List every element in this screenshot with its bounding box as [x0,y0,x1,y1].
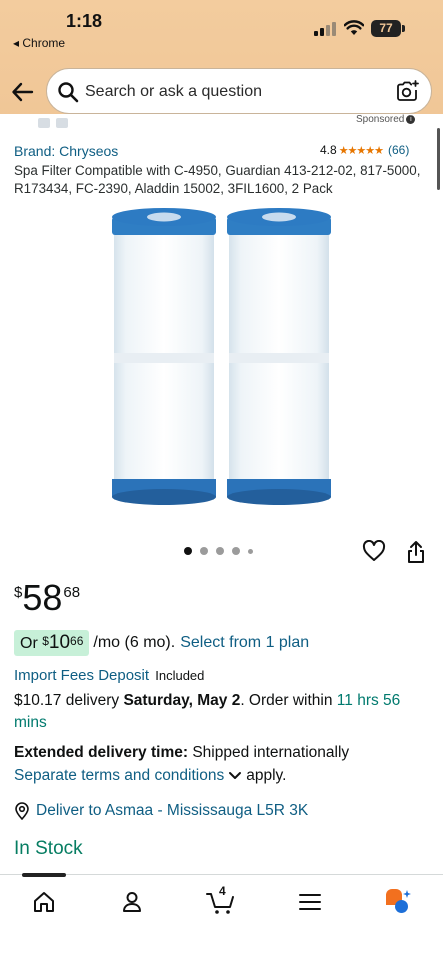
import-fees-link[interactable]: Import Fees Deposit [14,667,149,684]
extended-delivery: Extended delivery time: Shipped internat… [14,744,349,762]
price: $ 58 68 [14,578,80,618]
carousel-dot[interactable] [232,547,240,555]
sponsored-label[interactable]: Sponsored i [356,114,416,125]
price-currency: $ [14,584,23,601]
price-fraction: 68 [63,584,81,601]
sponsored-thumbnails[interactable] [38,118,72,128]
battery-tip [402,25,405,32]
back-to-chrome[interactable]: ◂ Chrome [13,36,65,50]
share-icon[interactable] [406,540,426,564]
search-input[interactable]: Search or ask a question [85,83,262,101]
stock-status: In Stock [14,838,83,859]
product-image[interactable] [100,203,345,511]
carousel-dot[interactable] [248,548,253,554]
import-fees: Import Fees Deposit Included [14,667,204,684]
search-icon [58,82,79,103]
rating-count[interactable]: (66) [388,143,409,157]
cellular-signal-icon [314,22,336,36]
carousel-dot[interactable] [184,547,192,555]
account-icon [123,892,141,912]
extended-delivery-text: Shipped internationally [188,744,350,761]
location-pin-icon [15,802,29,820]
battery-indicator: 77 [371,20,401,37]
tab-account[interactable] [117,887,147,917]
delivery-price: $10.17 delivery [14,692,124,709]
price-whole: 58 [22,577,63,618]
bottom-tab-bar: 4 [0,873,443,960]
cart-count: 4 [219,884,226,898]
chevron-down-icon[interactable] [228,771,242,781]
installment-period: /mo (6 mo). [93,634,176,651]
rating-value: 4.8 [320,143,337,157]
installment-prefix: Or [20,635,43,652]
top-header: 1:18 ◂ Chrome 77 Search or ask a questio… [0,0,443,124]
installment-offer: Or $ 10 66 /mo (6 mo). Select from 1 pla… [14,630,309,656]
installment-fraction: 66 [70,634,84,648]
brand-link[interactable]: Brand: Chryseos [14,143,118,159]
star-rating-icon: ★★★★★ [338,144,384,157]
installment-whole: 10 [48,632,71,653]
installment-currency: $ [42,634,49,648]
tab-cart[interactable]: 4 [206,884,236,917]
terms-suffix: apply. [246,767,287,784]
rufus-icon [386,889,411,913]
product-title: Spa Filter Compatible with C-4950, Guard… [14,163,421,196]
carousel-dot[interactable] [200,547,208,555]
deliver-to-text[interactable]: Deliver to Asmaa - Mississauga L5R 3K [36,802,308,820]
import-fees-status: Included [155,668,205,683]
deliver-to-location[interactable]: Deliver to Asmaa - Mississauga L5R 3K [14,802,308,820]
extended-delivery-label: Extended delivery time: [14,744,189,761]
terms-link[interactable]: Separate terms and conditions [14,767,224,785]
back-arrow-icon[interactable] [10,79,36,105]
image-carousel-dots[interactable] [184,547,253,555]
status-time: 1:18 [66,11,103,31]
tab-menu[interactable] [295,887,325,917]
delivery-date: Saturday, May 2 [123,692,241,709]
tab-rufus[interactable] [383,887,413,917]
order-within-label: . Order within [240,692,337,709]
sponsored-text: Sponsored [356,114,405,125]
heart-icon[interactable] [362,540,386,562]
wifi-icon [344,20,364,35]
delivery-info: $10.17 delivery Saturday, May 2. Order w… [14,690,434,734]
menu-icon [299,894,321,910]
tab-home[interactable] [29,887,59,917]
installment-badge: Or $ 10 66 [14,630,90,656]
search-bar[interactable]: Search or ask a question [46,68,432,114]
carousel-dot[interactable] [216,547,224,555]
home-icon [34,892,54,912]
rating-summary[interactable]: 4.8 ★★★★★ (66) [320,143,409,157]
select-plan-link[interactable]: Select from 1 plan [180,634,309,652]
info-icon: i [406,114,416,124]
scrollbar [437,128,440,190]
active-tab-indicator [22,873,66,877]
camera-scan-icon[interactable] [395,79,419,103]
terms-row: Separate terms and conditions apply. [14,767,286,785]
